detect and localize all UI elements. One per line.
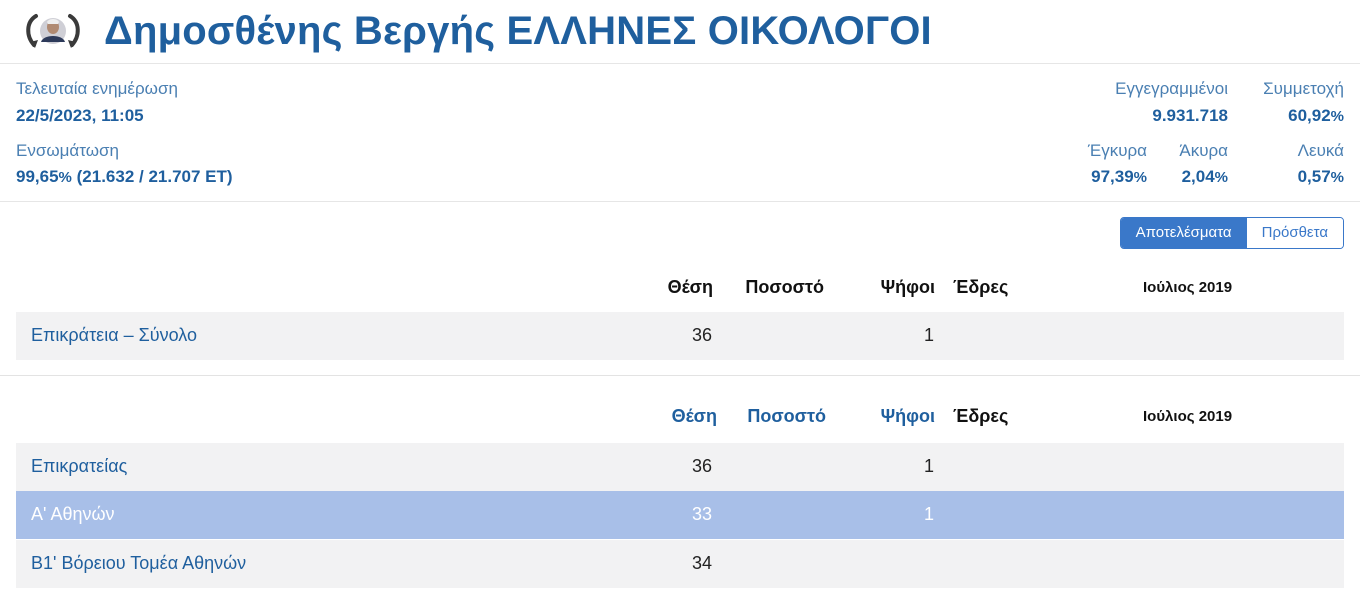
valid-value: 97,39% bbox=[1091, 167, 1147, 187]
turnout-pct-sign: % bbox=[1330, 108, 1344, 125]
blank-label: Λευκά bbox=[1297, 141, 1344, 160]
valid-pct-sign: % bbox=[1133, 169, 1147, 186]
row-region-name[interactable]: Επικράτεια – Σύνολο bbox=[31, 325, 197, 346]
integration-pct-sign: % bbox=[58, 169, 72, 186]
row-position: 34 bbox=[691, 553, 712, 573]
turnout-label: Συμμετοχή bbox=[1263, 79, 1344, 98]
row-position: 33 bbox=[691, 504, 712, 524]
page-title: Δημοσθένης Βεργής ΕΛΛΗΝΕΣ ΟΙΚΟΛΟΓΟΙ bbox=[104, 9, 932, 53]
table-row[interactable]: Β1' Βόρειου Τομέα Αθηνών 34 bbox=[16, 540, 1344, 588]
row-votes: 1 bbox=[923, 456, 934, 476]
blank-pct-sign: % bbox=[1330, 169, 1344, 186]
valid-number: 97,39 bbox=[1091, 167, 1134, 186]
candidate-portrait-icon bbox=[24, 12, 82, 52]
col-header-seats: Έδρες bbox=[953, 406, 1009, 426]
col-header-votes: Ψήφοι bbox=[880, 277, 935, 297]
integration-pct: 99,65 bbox=[16, 167, 59, 186]
valid-label: Έγκυρα bbox=[1087, 141, 1147, 160]
section-divider bbox=[0, 375, 1360, 376]
last-update-label: Τελευταία ενημέρωση bbox=[16, 79, 178, 98]
registered-value: 9.931.718 bbox=[1152, 106, 1228, 125]
sort-header-position[interactable]: Θέση bbox=[672, 406, 717, 427]
row-position: 36 bbox=[691, 325, 712, 345]
integration-label: Ενσωμάτωση bbox=[16, 141, 119, 160]
additional-tab-button[interactable]: Πρόσθετα bbox=[1246, 218, 1343, 248]
row-region-name[interactable]: Α' Αθηνών bbox=[31, 504, 115, 525]
col-header-previous-election: Ιούλιος 2019 bbox=[1143, 279, 1233, 296]
row-votes: 1 bbox=[923, 504, 934, 524]
sort-header-votes[interactable]: Ψήφοι bbox=[881, 406, 935, 427]
registered-label: Εγγεγραμμένοι bbox=[1115, 79, 1228, 98]
invalid-pct-sign: % bbox=[1214, 169, 1228, 186]
invalid-label: Άκυρα bbox=[1179, 141, 1228, 160]
page-header: Δημοσθένης Βεργής ΕΛΛΗΝΕΣ ΟΙΚΟΛΟΓΟΙ bbox=[0, 0, 1360, 64]
last-update-value: 22/5/2023, 11:05 bbox=[16, 106, 144, 125]
turnout-value: 60,92% bbox=[1288, 106, 1344, 126]
invalid-number: 2,04 bbox=[1181, 167, 1215, 186]
row-region-name[interactable]: Επικρατείας bbox=[31, 456, 127, 477]
view-toggle: Αποτελέσματα Πρόσθετα bbox=[1119, 217, 1344, 249]
row-votes: 1 bbox=[923, 325, 934, 345]
row-position: 36 bbox=[691, 456, 712, 476]
blank-value: 0,57% bbox=[1298, 167, 1344, 187]
integration-value: 99,65% (21.632 / 21.707 ΕΤ) bbox=[16, 167, 233, 187]
row-region-name[interactable]: Β1' Βόρειου Τομέα Αθηνών bbox=[31, 553, 246, 574]
blank-number: 0,57 bbox=[1297, 167, 1331, 186]
sort-header-percent[interactable]: Ποσοστό bbox=[747, 406, 826, 427]
table-row-selected[interactable]: Α' Αθηνών 33 1 bbox=[16, 491, 1344, 539]
col-header-percent: Ποσοστό bbox=[745, 277, 824, 297]
col-header-seats: Έδρες bbox=[953, 277, 1009, 297]
turnout-number: 60,92 bbox=[1288, 106, 1331, 125]
table-row[interactable]: Επικράτεια – Σύνολο 36 1 bbox=[16, 312, 1344, 360]
col-header-position: Θέση bbox=[667, 277, 713, 297]
col-header-previous-election: Ιούλιος 2019 bbox=[1143, 408, 1233, 425]
results-tab-button[interactable]: Αποτελέσματα bbox=[1120, 218, 1247, 248]
table-row[interactable]: Επικρατείας 36 1 bbox=[16, 443, 1344, 491]
election-stats-panel: Τελευταία ενημέρωση 22/5/2023, 11:05 Ενσ… bbox=[0, 64, 1360, 202]
integration-detail: (21.632 / 21.707 ΕΤ) bbox=[76, 167, 233, 186]
invalid-value: 2,04% bbox=[1182, 167, 1228, 187]
